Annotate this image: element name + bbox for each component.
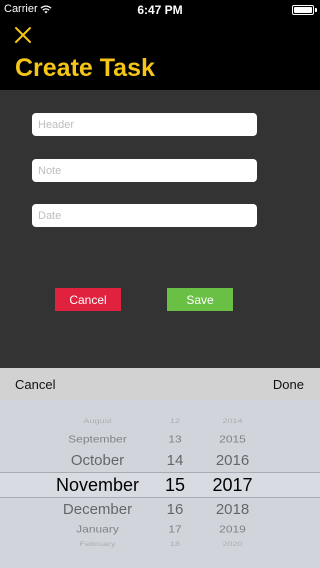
year-option[interactable]: 2014 [200, 418, 265, 425]
battery-tip [315, 8, 317, 12]
save-button[interactable]: Save [167, 288, 233, 311]
day-option[interactable]: 17 [155, 523, 195, 535]
day-option[interactable]: 18 [155, 541, 195, 548]
cancel-button[interactable]: Cancel [55, 288, 121, 311]
close-button[interactable] [12, 24, 34, 46]
navigation-header: Create Task [0, 20, 320, 90]
month-option[interactable]: December [40, 501, 155, 518]
year-option[interactable]: 2020 [200, 541, 265, 548]
note-input[interactable] [32, 159, 257, 182]
year-option[interactable]: 2019 [200, 523, 265, 535]
month-option[interactable]: January [40, 523, 155, 535]
month-option[interactable]: October [40, 452, 155, 469]
month-wheel[interactable]: August September October November Decemb… [40, 400, 155, 568]
picker-cancel-button[interactable]: Cancel [15, 377, 55, 392]
picker-toolbar: Cancel Done [0, 368, 320, 400]
header-input[interactable] [32, 113, 257, 136]
picker-done-button[interactable]: Done [273, 377, 304, 392]
status-bar: Carrier 6:47 PM [0, 0, 320, 20]
year-wheel[interactable]: 2014 2015 2016 2017 2018 2019 2020 [200, 400, 265, 568]
day-option[interactable]: 14 [155, 452, 195, 469]
day-wheel[interactable]: 12 13 14 15 16 17 18 [155, 400, 195, 568]
year-option[interactable]: 2018 [200, 501, 265, 518]
month-option[interactable]: August [40, 418, 155, 425]
selected-year[interactable]: 2017 [200, 475, 265, 496]
status-time: 6:47 PM [137, 3, 183, 17]
task-form: Cancel Save [0, 90, 320, 368]
day-option[interactable]: 13 [155, 433, 195, 445]
selected-day[interactable]: 15 [155, 475, 195, 496]
battery-icon [292, 5, 314, 15]
year-option[interactable]: 2016 [200, 452, 265, 469]
selected-month[interactable]: November [40, 475, 155, 496]
day-option[interactable]: 12 [155, 418, 195, 425]
close-icon [15, 27, 31, 43]
date-input[interactable] [32, 204, 257, 227]
year-option[interactable]: 2015 [200, 433, 265, 445]
page-title: Create Task [15, 54, 155, 82]
date-picker[interactable]: August September October November Decemb… [0, 400, 320, 568]
day-option[interactable]: 16 [155, 501, 195, 518]
month-option[interactable]: February [40, 541, 155, 548]
month-option[interactable]: September [40, 433, 155, 445]
